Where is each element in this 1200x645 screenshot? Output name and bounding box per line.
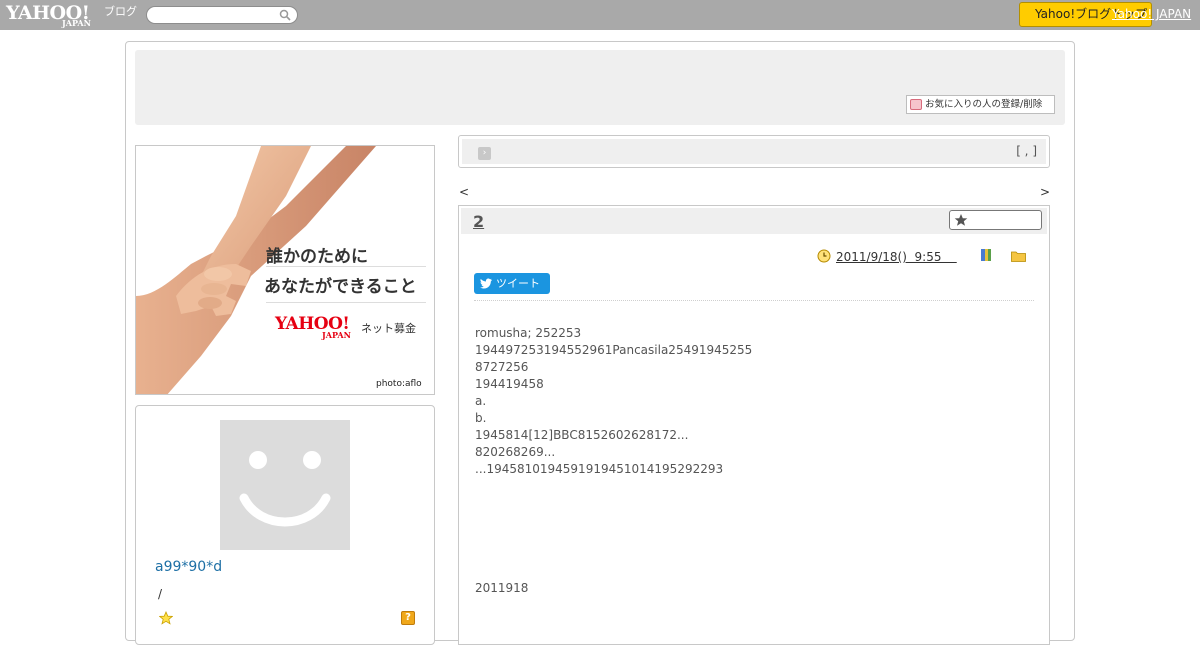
yahoo-japan-link[interactable]: Yahoo! JAPAN xyxy=(1112,7,1191,21)
article-date[interactable]: 2011/9/18() 9:55 xyxy=(836,250,957,264)
logo-japan: JAPAN xyxy=(62,18,91,28)
tweet-button[interactable]: ツイート xyxy=(474,273,550,294)
article-line: ...194581019459191945101419529229­3 xyxy=(475,462,724,476)
twitter-bird-icon xyxy=(480,278,492,289)
yahoo-blog-logo[interactable]: YAHOO! JAPAN ブログ xyxy=(6,3,142,28)
banner-headline-1: 誰かのために xyxy=(266,247,368,267)
article-header: 2 xyxy=(461,208,1047,234)
tweet-label: ツイート xyxy=(496,277,540,290)
article-body: romusha; 252253 194497253194552961Pancas… xyxy=(475,325,1035,478)
profile-box: a99*90*d / ? xyxy=(135,405,435,645)
theme-count: [ , ] xyxy=(1016,144,1037,158)
theme-bar-inner: › [ , ] xyxy=(462,139,1046,164)
article-line: b. xyxy=(475,411,487,425)
heart-icon xyxy=(910,99,922,110)
favorite-users-label: お気に入りの人の登録/削除 xyxy=(925,99,1043,110)
article-line: romusha; 252253 xyxy=(475,326,582,340)
search-input[interactable] xyxy=(146,6,298,24)
banner-net-donation: ネット募金 xyxy=(361,322,416,335)
article-divider xyxy=(474,300,1034,301)
favorite-button[interactable] xyxy=(949,210,1042,230)
banner-divider xyxy=(266,302,426,303)
profile-nickname[interactable]: a99*90*d xyxy=(155,559,222,575)
banner-divider xyxy=(266,266,426,267)
chevron-right-icon[interactable]: › xyxy=(478,147,491,160)
article-line: 194419458 xyxy=(475,377,544,391)
logo-blog: ブログ xyxy=(104,5,137,18)
avatar[interactable] xyxy=(220,420,350,550)
top-bar: YAHOO! JAPAN ブログ Yahoo!ブログトップ Yahoo! JAP… xyxy=(0,0,1200,30)
banner-headline-2: あなたができること xyxy=(264,277,417,297)
smiley-icon xyxy=(239,451,331,527)
article: 2 2011/9/18() 9:55 ツイート romusha; 252253 … xyxy=(458,205,1050,645)
article-line: a. xyxy=(475,394,487,408)
article-line: 8727256 xyxy=(475,360,529,374)
star-icon xyxy=(954,214,968,226)
next-article-link[interactable]: > xyxy=(1040,185,1050,199)
article-title[interactable]: 2 xyxy=(473,212,484,231)
profile-separator: / xyxy=(158,587,163,601)
banner-japan-logo: JAPAN xyxy=(322,330,351,340)
article-line: 194497253194552961Pancasila25491945255 xyxy=(475,343,753,357)
handshake-image xyxy=(136,146,376,394)
article-footer-date: 2011918 xyxy=(475,581,529,595)
folder-icon[interactable] xyxy=(1011,250,1026,262)
clock-icon xyxy=(817,249,831,263)
star-icon[interactable] xyxy=(159,611,173,625)
article-line: 1945814[12]BBC8152602628172... xyxy=(475,428,689,442)
book-icon[interactable] xyxy=(979,248,993,262)
article-line: 820268269... xyxy=(475,445,556,459)
banner-photo-credit: photo:aflo xyxy=(376,379,422,389)
favorite-users-button[interactable]: お気に入りの人の登録/削除 xyxy=(906,95,1055,114)
help-icon[interactable]: ? xyxy=(401,611,415,625)
theme-bar: › [ , ] xyxy=(458,135,1050,168)
charity-banner[interactable]: 誰かのために あなたができること YAHOO! JAPAN ネット募金 phot… xyxy=(135,145,435,395)
prev-article-link[interactable]: < xyxy=(459,185,469,199)
search-icon[interactable] xyxy=(279,9,291,21)
